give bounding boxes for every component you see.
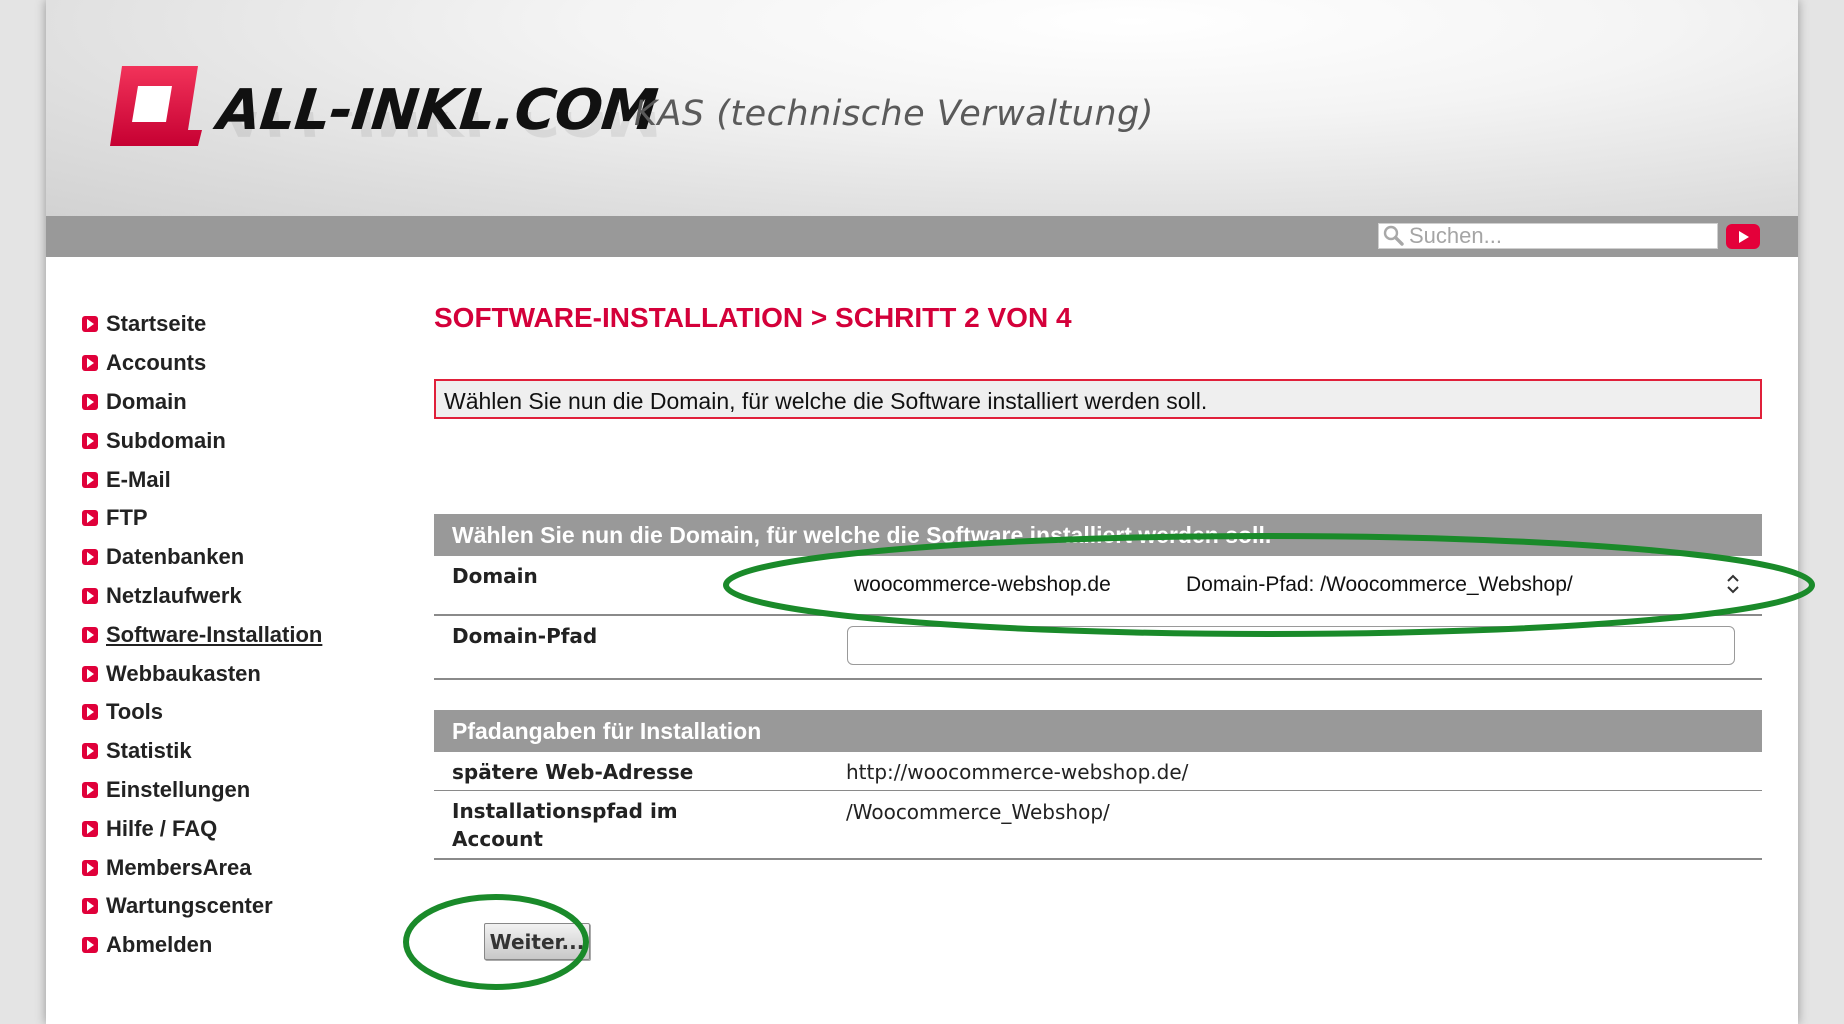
- domain-select-value: woocommerce-webshop.de: [854, 573, 1111, 596]
- installationspfad-label-line1: Installationspfad im: [452, 799, 678, 823]
- header-subtitle: KAS (technische Verwaltung): [634, 94, 1154, 134]
- header: ALL-INKL.COM ALL-INKL.COM KAS (technisch…: [46, 0, 1798, 216]
- installationspfad-row: Installationspfad im Account /Woocommerc…: [434, 791, 1762, 860]
- sidebar-item-software-installation[interactable]: Software-Installation: [82, 615, 322, 654]
- search-input[interactable]: [1407, 225, 1709, 247]
- arrow-bullet-icon: [82, 355, 98, 372]
- search-box[interactable]: [1378, 223, 1718, 249]
- sidebar-item-hilfe-faq[interactable]: Hilfe / FAQ: [82, 809, 322, 848]
- sidebar-item-label: Tools: [106, 699, 164, 725]
- arrow-bullet-icon: [82, 316, 98, 333]
- arrow-bullet-icon: [82, 665, 98, 682]
- sidebar-item-label: Abmelden: [106, 932, 213, 958]
- sidebar-item-label: MembersArea: [106, 854, 252, 880]
- info-message: Wählen Sie nun die Domain, für welche di…: [434, 379, 1762, 419]
- sidebar-item-wartungscenter[interactable]: Wartungscenter: [82, 887, 322, 926]
- web-adresse-value: http://woocommerce-webshop.de/: [846, 760, 1189, 784]
- sidebar-item-label: Software-Installation: [106, 621, 323, 647]
- sidebar-item-label: Webbaukasten: [106, 660, 261, 686]
- arrow-bullet-icon: [82, 626, 98, 643]
- arrow-bullet-icon: [82, 510, 98, 527]
- sidebar-item-abmelden[interactable]: Abmelden: [82, 926, 322, 965]
- sidebar-item-statistik[interactable]: Statistik: [82, 732, 322, 771]
- sidebar-item-accounts[interactable]: Accounts: [82, 344, 322, 383]
- sidebar-item-label: Statistik: [106, 738, 192, 764]
- sidebar-item-label: Startseite: [106, 311, 207, 337]
- sidebar-item-label: Netzlaufwerk: [106, 582, 242, 608]
- section-header-pfadangaben: Pfadangaben für Installation: [434, 710, 1762, 752]
- arrow-bullet-icon: [82, 704, 98, 721]
- sidebar-item-membersarea[interactable]: MembersArea: [82, 848, 322, 887]
- sidebar-item-label: Domain: [106, 388, 187, 414]
- arrow-bullet-icon: [82, 549, 98, 566]
- sidebar-item-startseite[interactable]: Startseite: [82, 305, 322, 344]
- domain-pfad-input[interactable]: [847, 626, 1735, 665]
- select-updown-icon: [1727, 574, 1739, 594]
- sidebar-item-label: E-Mail: [106, 466, 171, 492]
- web-adresse-label: spätere Web-Adresse: [452, 760, 694, 784]
- sidebar-item-ftp[interactable]: FTP: [82, 499, 322, 538]
- sidebar-item-domain[interactable]: Domain: [82, 383, 322, 422]
- brand-reflection: ALL-INKL.COM: [218, 112, 660, 142]
- sidebar-item-netzlaufwerk[interactable]: Netzlaufwerk: [82, 577, 322, 616]
- arrow-bullet-icon: [82, 587, 98, 604]
- arrow-bullet-icon: [82, 937, 98, 954]
- web-adresse-row: spätere Web-Adresse http://woocommerce-w…: [434, 752, 1762, 791]
- sidebar-item-datenbanken[interactable]: Datenbanken: [82, 538, 322, 577]
- domain-label: Domain: [452, 564, 538, 588]
- sidebar-item-label: Einstellungen: [106, 776, 251, 802]
- play-arrow-icon: [1739, 230, 1749, 243]
- sidebar-item-webbaukasten[interactable]: Webbaukasten: [82, 654, 322, 693]
- sidebar-item-label: Datenbanken: [106, 544, 245, 570]
- sidebar-item-label: FTP: [106, 505, 148, 531]
- search-icon: [1383, 225, 1404, 246]
- page-title: SOFTWARE-INSTALLATION > SCHRITT 2 VON 4: [434, 302, 1072, 333]
- all-inkl-logo-icon: [110, 66, 202, 146]
- sidebar-item-subdomain[interactable]: Subdomain: [82, 421, 322, 460]
- arrow-bullet-icon: [82, 898, 98, 915]
- arrow-bullet-icon: [82, 393, 98, 410]
- section-header-domain: Wählen Sie nun die Domain, für welche di…: [434, 514, 1762, 556]
- sidebar-item-einstellungen[interactable]: Einstellungen: [82, 771, 322, 810]
- domain-pfad-label: Domain-Pfad: [452, 624, 598, 648]
- installationspfad-value: /Woocommerce_Webshop/: [846, 800, 1110, 824]
- arrow-bullet-icon: [82, 859, 98, 876]
- domain-path-option: Domain-Pfad: /Woocommerce_Webshop/: [1186, 573, 1573, 596]
- sidebar-item-email[interactable]: E-Mail: [82, 460, 322, 499]
- arrow-bullet-icon: [82, 781, 98, 798]
- sidebar-item-label: Subdomain: [106, 427, 226, 453]
- domain-select[interactable]: woocommerce-webshop.de Domain-Pfad: /Woo…: [854, 557, 1754, 613]
- installationspfad-label: Installationspfad im Account: [452, 797, 678, 853]
- arrow-bullet-icon: [82, 743, 98, 760]
- weiter-button[interactable]: Weiter...: [484, 923, 590, 960]
- arrow-bullet-icon: [82, 820, 98, 837]
- sidebar-nav: Startseite Accounts Domain Subdomain E-M…: [82, 305, 322, 965]
- top-bar: [46, 216, 1798, 257]
- sidebar-item-tools[interactable]: Tools: [82, 693, 322, 732]
- installationspfad-label-line2: Account: [452, 827, 543, 851]
- sidebar-item-label: Hilfe / FAQ: [106, 815, 218, 841]
- search-submit-button[interactable]: [1726, 224, 1760, 249]
- arrow-bullet-icon: [82, 471, 98, 488]
- arrow-bullet-icon: [82, 432, 98, 449]
- sidebar-item-label: Wartungscenter: [106, 893, 273, 919]
- page: ALL-INKL.COM ALL-INKL.COM KAS (technisch…: [46, 0, 1798, 1024]
- sidebar-item-label: Accounts: [106, 350, 207, 376]
